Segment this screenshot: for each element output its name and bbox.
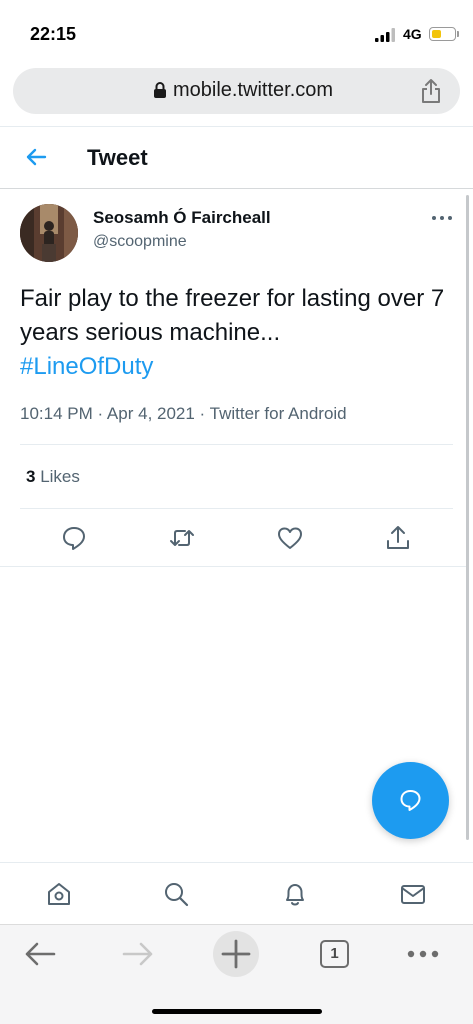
retweet-icon[interactable]: [168, 524, 196, 552]
browser-forward-icon[interactable]: [121, 940, 155, 968]
signal-strength-icon: [375, 28, 395, 42]
page-title: Tweet: [87, 145, 148, 170]
author-name[interactable]: Seosamh Ó Faircheall: [93, 208, 271, 228]
divider: [0, 566, 466, 567]
author-handle[interactable]: @scoopmine: [93, 233, 187, 251]
reply-bubble-icon: [400, 790, 421, 811]
browser-toolbar: 1: [0, 924, 473, 1024]
likes-count: 3: [26, 467, 36, 486]
home-indicator: [152, 1009, 322, 1014]
compose-reply-button[interactable]: [372, 762, 449, 839]
more-options-icon[interactable]: [431, 208, 453, 228]
tweet-body: Fair play to the freezer for lasting ove…: [20, 285, 445, 346]
likes-label: Likes: [40, 467, 80, 486]
divider: [20, 508, 453, 509]
status-bar: 22:15 4G: [0, 0, 473, 60]
share-icon[interactable]: [419, 78, 443, 104]
hashtag-link[interactable]: #LineOfDuty: [20, 353, 153, 380]
home-icon[interactable]: [45, 880, 73, 908]
share-icon[interactable]: [384, 524, 412, 552]
divider: [20, 444, 453, 445]
lock-icon: [154, 82, 166, 98]
browser-back-icon[interactable]: [23, 940, 57, 968]
tweet-text: Fair play to the freezer for lasting ove…: [20, 282, 450, 384]
likes-summary[interactable]: 3 Likes: [26, 467, 80, 487]
battery-icon: [429, 27, 456, 41]
back-arrow-icon[interactable]: [24, 145, 48, 169]
plus-icon: [221, 939, 251, 969]
avatar-photo: [20, 204, 78, 262]
tweet-timestamp[interactable]: 10:14 PM · Apr 4, 2021 · Twitter for And…: [20, 404, 347, 424]
url-text: mobile.twitter.com: [173, 79, 334, 101]
network-type: 4G: [403, 26, 422, 42]
battery-tip: [457, 31, 459, 37]
status-time: 22:15: [30, 24, 77, 44]
scrollbar[interactable]: [466, 195, 469, 840]
new-tab-button[interactable]: [213, 931, 259, 977]
like-heart-icon[interactable]: [276, 524, 304, 552]
browser-menu-icon[interactable]: [405, 945, 441, 963]
search-icon[interactable]: [162, 880, 190, 908]
avatar[interactable]: [20, 204, 78, 262]
url-bar[interactable]: mobile.twitter.com: [13, 68, 460, 114]
messages-envelope-icon[interactable]: [399, 880, 427, 908]
reply-icon[interactable]: [60, 524, 88, 552]
notifications-bell-icon[interactable]: [281, 880, 309, 908]
tweet-header: Tweet: [0, 127, 473, 189]
bottom-tab-bar: [0, 862, 473, 924]
tab-switcher-button[interactable]: 1: [320, 940, 349, 968]
